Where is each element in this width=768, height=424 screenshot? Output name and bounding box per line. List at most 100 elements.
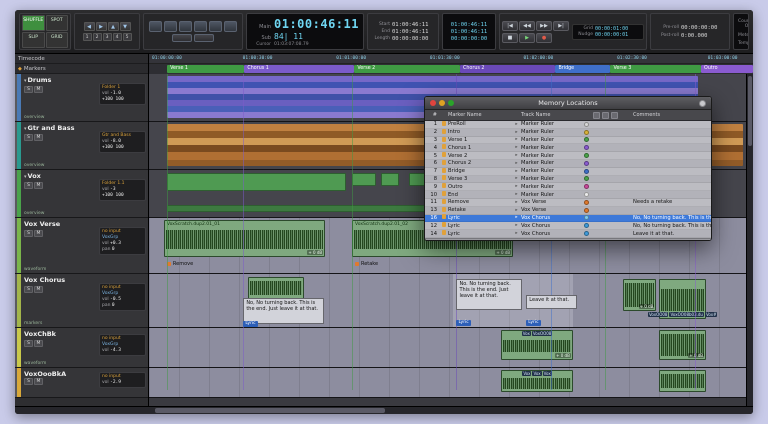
play-button[interactable]: ▶ (519, 33, 535, 43)
track-io-box[interactable]: no input VoxGrp vol -4.3 (99, 334, 146, 356)
track-io-box[interactable]: Folder 1 vol -1.0 +100 100 (99, 83, 146, 105)
selection-icon[interactable] (611, 112, 618, 119)
column-track-name[interactable]: Track Name (521, 112, 579, 118)
arrange-marker-retake[interactable]: Retake (355, 261, 378, 267)
track-header-voxchbk[interactable]: VoxChBk SM waveform no input VoxGrp vol … (15, 328, 148, 368)
lyric-marker-tag[interactable]: Lyric (456, 320, 470, 326)
vol-value[interactable]: -8.0 (110, 139, 121, 144)
timecode-ruler[interactable]: 01:00:00:00 01:00:30:00 01:01:00:00 01:0… (149, 54, 753, 64)
memory-locations-window[interactable]: Memory Locations # Marker Name Track Nam… (424, 96, 712, 241)
solo-button[interactable]: S (24, 134, 33, 141)
horizontal-scrollbar-thumb[interactable] (155, 408, 385, 413)
pan-value[interactable]: 0 (112, 247, 115, 252)
memory-row-lyric-3[interactable]: 14Lyric▸Vox ChorusLeave it at that. (425, 230, 711, 238)
grabber-tool-icon[interactable] (194, 21, 207, 32)
pan-value[interactable]: +100 100 (102, 97, 124, 102)
memory-window-titlebar[interactable]: Memory Locations (425, 97, 711, 110)
zoom-vertical-up-button[interactable]: ▲ (108, 22, 119, 31)
memory-row-retake[interactable]: 13Retake▸Vox Verse (425, 207, 711, 215)
clip-voxoo08-group[interactable]: VoxOO08 VoxOO08b03.du Vox# (659, 279, 706, 319)
zoom-in-button[interactable]: ▶ (96, 22, 107, 31)
window-menu-icon[interactable] (699, 100, 706, 107)
solo-button[interactable]: S (24, 182, 33, 189)
rewind-button[interactable]: ◀◀ (519, 21, 535, 31)
sub-counter-value[interactable]: 84| 11 (274, 32, 303, 41)
vox-folder-clip[interactable] (381, 173, 399, 186)
mute-button[interactable]: M (34, 230, 43, 237)
lyric-comment-box-3[interactable]: Leave it at that. (526, 295, 577, 309)
vol-value[interactable]: -1.0 (110, 91, 121, 96)
track-view-selector[interactable]: markers (24, 321, 42, 326)
lane-vox-chorus[interactable]: No, No turning back. This is the end. Ju… (149, 274, 746, 328)
postroll-value[interactable]: 0:00.000 (681, 33, 708, 39)
folder-open-icon[interactable]: ▾ (24, 174, 27, 180)
track-io-box[interactable]: no input vol -2.9 (99, 372, 146, 388)
clip-voxscratch-1[interactable]: VoxScratch.dup2.01_01 + 0 dB (164, 220, 325, 257)
lane-voxchbk[interactable]: Vox VoxOO08 + 0 dB + 0 dB (149, 328, 746, 368)
stop-button[interactable]: ■ (502, 33, 518, 43)
pencil-tool-icon[interactable] (224, 21, 237, 32)
go-to-end-button[interactable]: ▶| (553, 21, 569, 31)
zoom-out-button[interactable]: ◀ (84, 22, 95, 31)
memory-row-preroll[interactable]: 1PreRoll▸Marker Ruler (425, 121, 711, 129)
main-counter-value[interactable]: 01:00:46:11 (274, 17, 359, 31)
mute-button[interactable]: M (34, 378, 43, 385)
track-view-selector[interactable]: waveform (24, 361, 46, 366)
mode-slip-button[interactable]: SLIP (22, 32, 45, 48)
track-header-gtr-and-bass[interactable]: ▾Gtr and Bass SM overview Gtr and Bass v… (15, 122, 148, 170)
timecode-ruler-header[interactable]: Timecode (15, 54, 148, 64)
clip-vox-chorus-right[interactable]: + 0 dB (623, 279, 656, 311)
lane-voxooobka[interactable]: Vox Vox Vox (149, 368, 746, 398)
memory-row-remove[interactable]: 11Remove▸Vox VerseNeeds a retake (425, 199, 711, 207)
vertical-scrollbar[interactable] (746, 74, 753, 406)
vol-value[interactable]: -4.3 (110, 348, 121, 353)
mute-button[interactable]: M (34, 86, 43, 93)
zoomer-tool-icon[interactable] (149, 21, 162, 32)
trim-tool-icon[interactable] (164, 21, 177, 32)
vox-folder-clip[interactable] (352, 173, 376, 186)
preroll-value[interactable]: 00:00:00:00 (681, 25, 717, 31)
zoom-preset-5[interactable]: 5 (123, 33, 132, 41)
clip-voxooobka-cluster[interactable]: Vox Vox Vox (501, 370, 573, 392)
vol-value[interactable]: -3 (110, 187, 115, 192)
grid-value-dropdown[interactable] (172, 34, 192, 42)
zoom-preset-3[interactable]: 3 (103, 33, 112, 41)
return-to-zero-button[interactable]: |◀ (502, 21, 518, 31)
record-button[interactable]: ● (536, 33, 552, 43)
solo-button[interactable]: S (24, 230, 33, 237)
filter-icon[interactable] (593, 112, 600, 119)
zoom-preset-1[interactable]: 1 (83, 33, 92, 41)
track-view-selector[interactable]: overview (24, 163, 44, 168)
vox-folder-clip[interactable] (167, 173, 346, 191)
solo-button[interactable]: S (24, 286, 33, 293)
solo-button[interactable]: S (24, 378, 33, 385)
clip-gain-badge[interactable]: + 0 dB (307, 250, 323, 255)
clock-icon[interactable] (602, 112, 609, 119)
horizontal-scrollbar[interactable] (15, 406, 753, 414)
sel-end-value[interactable]: 01:00:46:11 (392, 29, 428, 35)
markers-ruler[interactable]: Verse 1 Chorus 1 Verse 2 Chorus 2 Bridge… (149, 64, 753, 74)
vol-value[interactable]: -2.9 (110, 380, 121, 385)
track-view-selector[interactable]: overview (24, 115, 44, 120)
memory-row-intro[interactable]: 2Intro▸Marker Ruler (425, 129, 711, 137)
mute-button[interactable]: M (34, 134, 43, 141)
lyric-marker-tag[interactable]: Lyric (243, 321, 257, 327)
nudge-value-dropdown[interactable] (194, 34, 214, 42)
clip-gain-badge[interactable]: + 0 dB (639, 304, 655, 309)
memory-row-verse1[interactable]: 3Verse 1▸Marker Ruler (425, 137, 711, 145)
nudge-value[interactable]: 00:00:00:01 (595, 32, 628, 38)
track-header-voxooobka[interactable]: VoxOooBkA SM no input vol -2.9 (15, 368, 148, 398)
track-io-box[interactable]: Gtr and Bass vol -8.0 +100 100 (99, 131, 146, 153)
memory-row-end[interactable]: 10End▸Marker Ruler (425, 191, 711, 199)
column-number[interactable]: # (425, 112, 439, 118)
memory-row-chorus1[interactable]: 4Chorus 1▸Marker Ruler (425, 144, 711, 152)
mute-button[interactable]: M (34, 286, 43, 293)
sel2-start-value[interactable]: 01:00:46:11 (445, 22, 493, 28)
memory-horizontal-scrollbar[interactable] (425, 238, 711, 241)
marker-segment-chorus1[interactable]: Chorus 1 (244, 65, 354, 73)
arrange-marker-remove[interactable]: Remove (167, 261, 193, 267)
track-view-selector[interactable]: waveform (24, 267, 46, 272)
marker-segment-verse1[interactable]: Verse 1 (167, 65, 244, 73)
lyric-marker-tag[interactable]: Lyric (526, 320, 540, 326)
selector-tool-icon[interactable] (179, 21, 192, 32)
